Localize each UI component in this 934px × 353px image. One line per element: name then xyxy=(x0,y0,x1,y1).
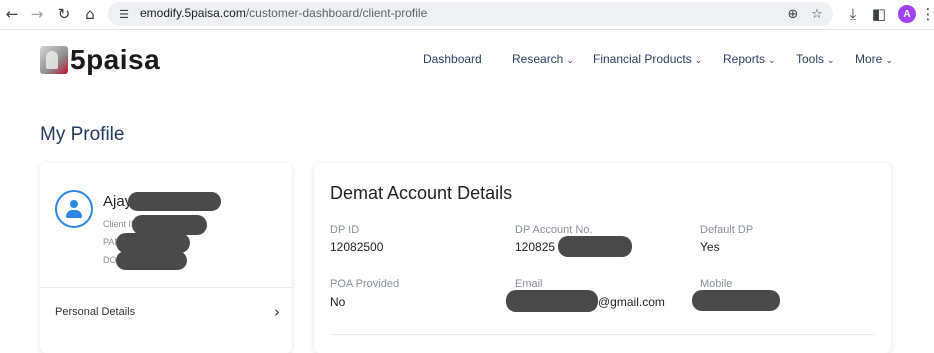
logo-text: 5paisa xyxy=(70,44,161,75)
page-title: My Profile xyxy=(40,124,125,145)
mobile-label: Mobile xyxy=(700,278,733,290)
nav-more-label: More xyxy=(855,52,883,66)
url-path: /customer-dashboard/client-profile xyxy=(245,6,428,20)
nav-more[interactable]: More ⌄ xyxy=(855,52,893,68)
profile-avatar[interactable]: A xyxy=(898,5,916,23)
menu-kebab-icon[interactable]: ⋮ xyxy=(921,4,934,24)
email-label: Email xyxy=(515,278,543,290)
redaction-mark xyxy=(558,236,632,257)
card-divider xyxy=(330,334,875,335)
chevron-down-icon: ⌄ xyxy=(566,55,574,65)
nav-financial-products-label: Financial Products xyxy=(593,52,692,66)
redaction-mark xyxy=(506,290,598,312)
dp-id-label: DP ID xyxy=(330,224,360,236)
chevron-right-icon[interactable]: › xyxy=(274,303,280,321)
url-text: emodify.5paisa.com/customer-dashboard/cl… xyxy=(140,6,427,20)
nav-tools-label: Tools xyxy=(796,52,825,66)
chevron-down-icon: ⌄ xyxy=(694,55,703,65)
poa-value: No xyxy=(330,295,346,309)
nav-financial-products[interactable]: Financial Products ⌄ xyxy=(593,52,702,68)
address-bar[interactable]: ☰ emodify.5paisa.com/customer-dashboard/… xyxy=(108,2,833,26)
redaction-mark xyxy=(132,215,207,235)
email-value: @gmail.com xyxy=(598,295,665,309)
default-dp-value: Yes xyxy=(700,240,720,254)
nav-reports-label: Reports xyxy=(723,52,766,66)
personal-details-link[interactable]: Personal Details xyxy=(55,306,135,318)
site-logo[interactable]: 5paisa xyxy=(40,44,160,76)
nav-reports[interactable]: Reports ⌄ xyxy=(723,52,776,68)
side-panel-icon[interactable]: ◧ xyxy=(869,4,889,24)
default-dp-label: Default DP xyxy=(700,224,754,236)
redaction-mark xyxy=(692,290,780,311)
dp-account-label: DP Account No. xyxy=(515,224,593,236)
bookmark-star-icon[interactable]: ☆ xyxy=(808,5,826,23)
demat-title: Demat Account Details xyxy=(330,183,513,203)
logo-mark-icon xyxy=(40,46,68,74)
poa-label: POA Provided xyxy=(330,278,400,290)
nav-dashboard-label: Dashboard xyxy=(423,52,482,66)
dp-account-value: 120825 xyxy=(515,240,556,254)
download-icon[interactable]: ⤓ xyxy=(843,4,863,24)
demat-details-card: Demat Account Details DP ID 12082500 DP … xyxy=(314,163,891,353)
redaction-mark xyxy=(116,251,187,270)
zoom-icon[interactable]: ⊕ xyxy=(784,5,802,23)
home-icon[interactable]: ⌂ xyxy=(80,4,100,24)
url-host: emodify.5paisa.com xyxy=(140,6,246,20)
redaction-mark xyxy=(128,192,221,211)
site-info-icon[interactable]: ☰ xyxy=(116,6,132,22)
browser-toolbar: ← → ↻ ⌂ ☰ emodify.5paisa.com/customer-da… xyxy=(0,0,934,30)
dp-id-value: 12082500 xyxy=(330,240,384,254)
user-avatar-icon xyxy=(55,190,93,228)
nav-research[interactable]: Research ⌄ xyxy=(512,52,574,68)
chevron-down-icon: ⌄ xyxy=(827,55,835,65)
forward-arrow-icon[interactable]: → xyxy=(27,4,47,24)
chevron-down-icon: ⌄ xyxy=(885,55,893,65)
nav-dashboard[interactable]: Dashboard xyxy=(423,52,482,68)
back-arrow-icon[interactable]: ← xyxy=(2,4,22,24)
redaction-mark xyxy=(116,233,190,253)
chevron-down-icon: ⌄ xyxy=(768,55,776,65)
nav-tools[interactable]: Tools ⌄ xyxy=(796,52,835,68)
nav-research-label: Research xyxy=(512,52,564,66)
profile-summary-card: Ajay Client ID PAN DOB Personal Details … xyxy=(40,163,292,353)
card-divider xyxy=(40,287,292,288)
reload-icon[interactable]: ↻ xyxy=(54,4,74,24)
